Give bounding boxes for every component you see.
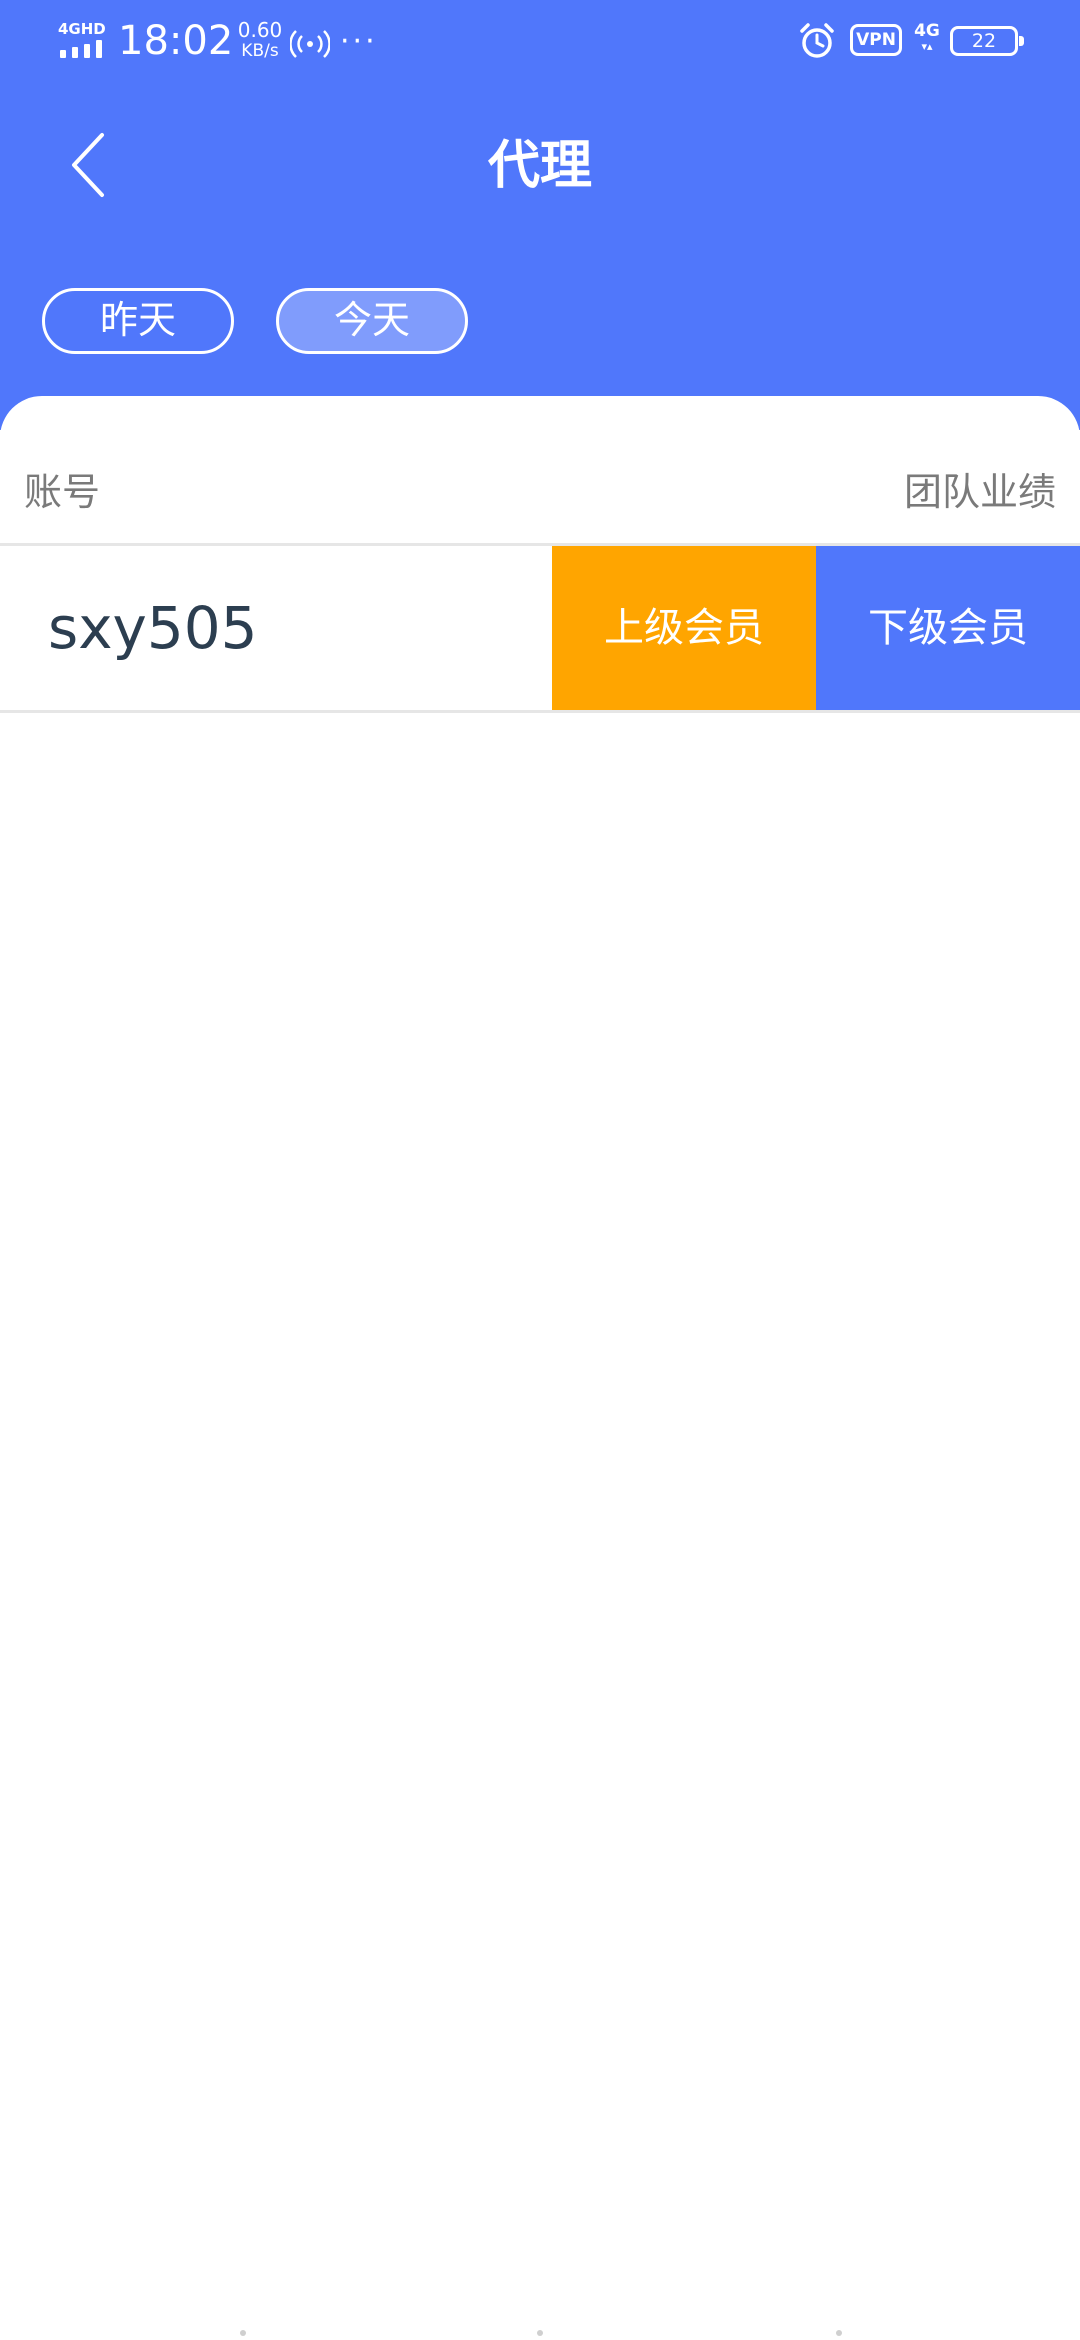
nav-indicator-dot xyxy=(836,2330,842,2336)
page-title: 代理 xyxy=(487,136,592,196)
content-card: 账号 团队业绩 sxy505 上级会员 下级会员 xyxy=(0,396,1080,2340)
battery-icon: 22 xyxy=(950,26,1024,56)
header-background: 4GHD 18:02 0.60 KB/s ··· VPN 4G ▾▴ 22 代理… xyxy=(0,0,1080,430)
subordinate-member-button[interactable]: 下级会员 xyxy=(816,546,1080,710)
network-speed: 0.60 KB/s xyxy=(232,20,288,62)
network-type: 4GHD xyxy=(58,20,106,38)
divider xyxy=(0,710,1080,713)
cell-network-label: 4G xyxy=(914,21,940,41)
data-arrows-icon: ▾▴ xyxy=(921,40,933,53)
table-row: sxy505 上级会员 下级会员 xyxy=(0,546,1080,710)
column-account: 账号 xyxy=(24,470,101,514)
vpn-badge: VPN xyxy=(850,24,902,56)
speed-value: 0.60 xyxy=(237,18,283,42)
more-notifications-icon: ··· xyxy=(340,24,378,59)
nav-indicator-dot xyxy=(240,2330,246,2336)
row-account: sxy505 xyxy=(48,594,258,662)
status-bar: 4GHD 18:02 0.60 KB/s ··· VPN 4G ▾▴ 22 xyxy=(0,0,1080,84)
speed-unit: KB/s xyxy=(241,41,279,61)
table-header: 账号 团队业绩 xyxy=(0,462,1080,542)
clock: 18:02 xyxy=(118,18,234,64)
signal-icon: 4GHD xyxy=(58,20,110,60)
nav-indicator-dot xyxy=(537,2330,543,2336)
superior-member-button[interactable]: 上级会员 xyxy=(552,546,816,710)
cell-network-icon: 4G ▾▴ xyxy=(912,22,942,60)
filter-yesterday-button[interactable]: 昨天 xyxy=(42,288,234,354)
hotspot-icon xyxy=(290,30,330,58)
column-team-performance: 团队业绩 xyxy=(903,470,1056,514)
alarm-icon xyxy=(800,23,834,58)
filter-today-button[interactable]: 今天 xyxy=(276,288,468,354)
